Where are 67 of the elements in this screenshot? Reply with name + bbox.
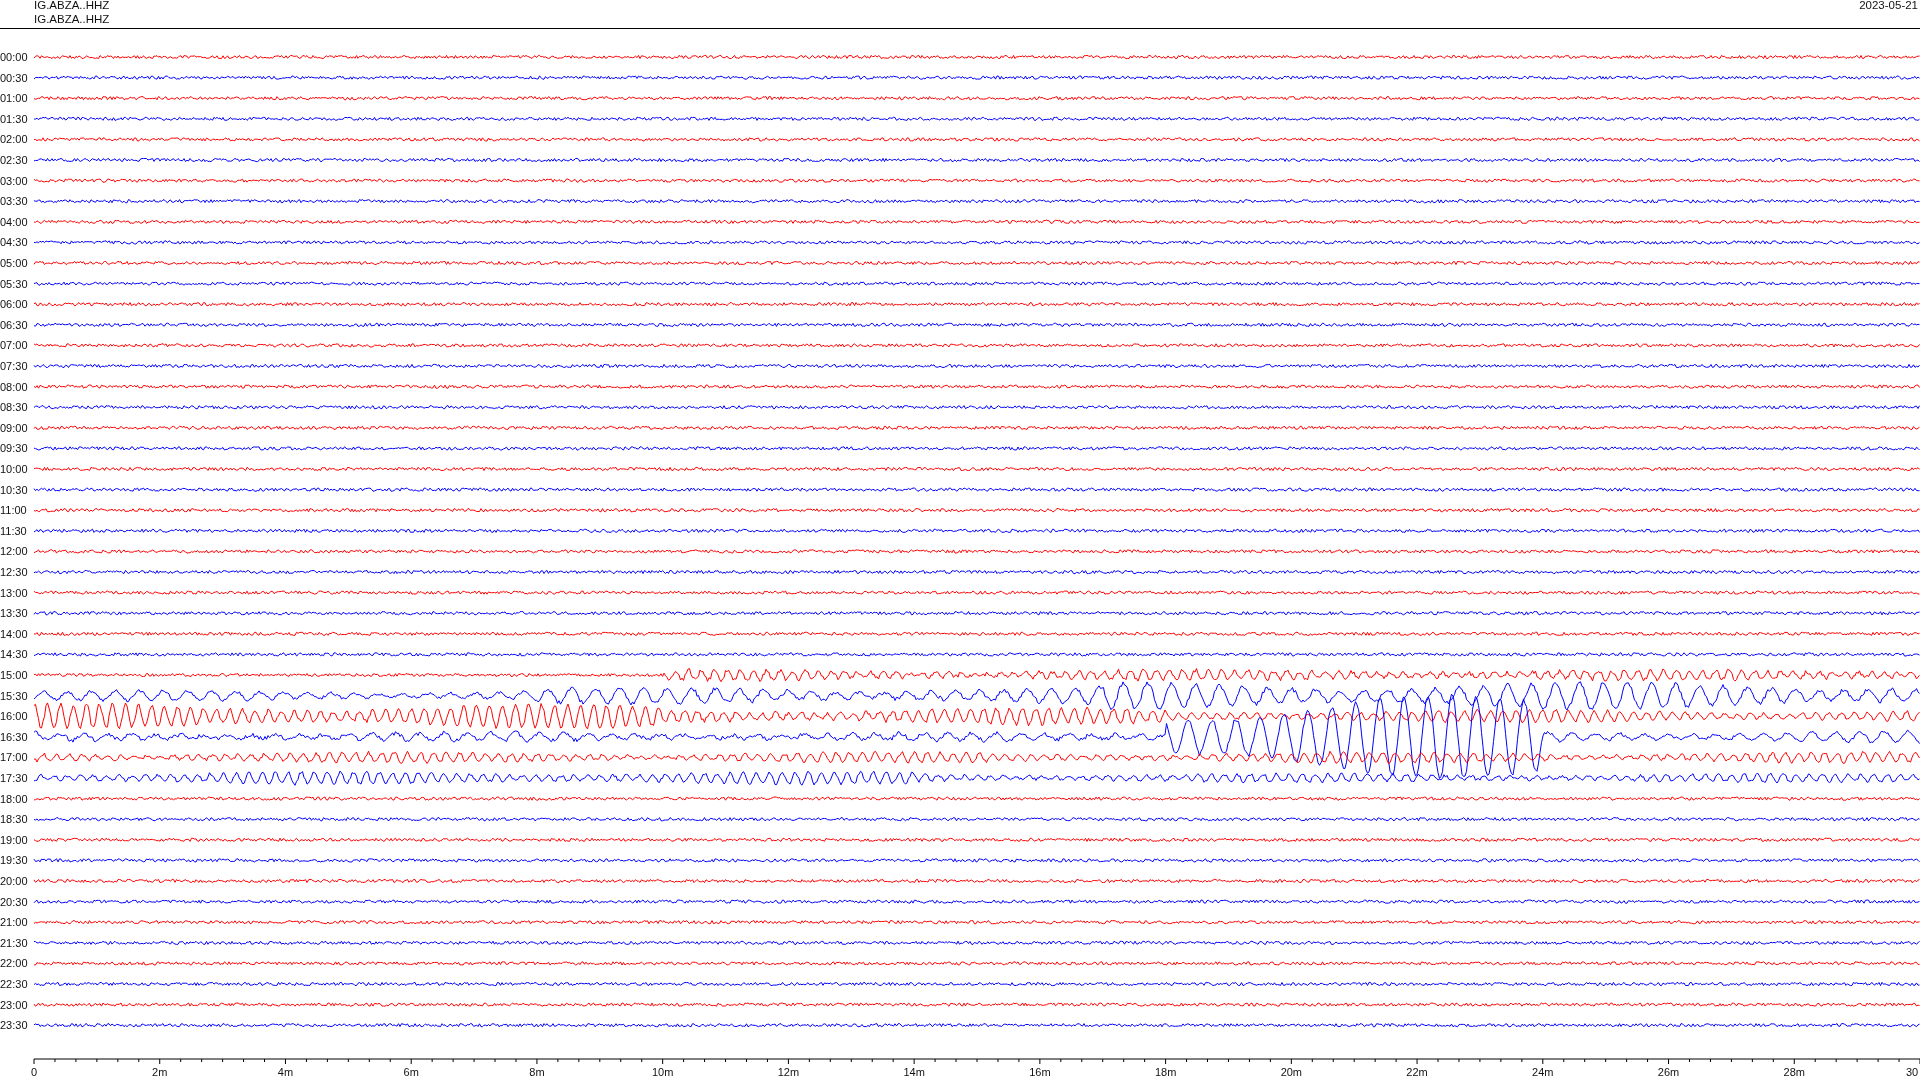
axis-tick-label: 22m	[1406, 1066, 1428, 1078]
trace-time-label: 14:30	[0, 648, 28, 661]
axis-tick-label: 30	[1906, 1066, 1919, 1078]
trace-time-label: 01:30	[0, 112, 28, 125]
trace-time-label: 09:30	[0, 442, 28, 455]
trace-time-label: 19:00	[0, 833, 28, 846]
trace-time-label: 15:30	[0, 689, 28, 702]
trace-time-label: 17:00	[0, 751, 28, 764]
trace-time-label: 03:30	[0, 195, 28, 208]
axis-tick-label: 20m	[1280, 1066, 1303, 1078]
trace-time-label: 05:00	[0, 257, 28, 269]
trace-time-label: 00:30	[0, 71, 28, 84]
date-label: 2023-05-21	[1859, 0, 1919, 13]
axis-tick-label: 4m	[277, 1066, 294, 1078]
trace-time-label: 22:00	[0, 957, 28, 970]
trace-time-label: 05:30	[0, 277, 28, 290]
axis-tick-label: 28m	[1783, 1066, 1805, 1078]
axis-tick-label: 0	[30, 1066, 38, 1078]
station-label: IG.ABZA..HHZ	[34, 0, 110, 12]
axis-tick-label: 14m	[903, 1066, 925, 1078]
axis-tick-label: 24m	[1532, 1066, 1554, 1078]
trace-time-label: 14:00	[0, 627, 28, 640]
trace-time-label: 18:30	[0, 813, 28, 826]
station-label: IG.ABZA..HHZ	[34, 12, 110, 26]
trace-time-label: 12:00	[0, 545, 28, 558]
axis-tick-label: 2m	[152, 1066, 168, 1078]
trace-time-label: 23:30	[0, 1019, 28, 1032]
trace-time-label: 08:30	[0, 401, 28, 414]
axis-tick-label: 12m	[777, 1066, 800, 1078]
trace-time-label: 19:30	[0, 854, 28, 867]
trace-time-label: 09:00	[0, 421, 28, 434]
trace-time-label: 21:00	[0, 916, 28, 929]
trace-time-label: 08:00	[0, 380, 28, 393]
axis-tick-label: 10m	[651, 1066, 674, 1078]
trace-time-label: 06:30	[0, 318, 28, 331]
axis-tick-label: 6m	[403, 1066, 419, 1078]
trace-time-label: 04:00	[0, 215, 28, 228]
axis-tick-label: 8m	[529, 1066, 545, 1078]
trace-time-label: 01:00	[0, 92, 28, 105]
trace-time-label: 10:00	[0, 463, 28, 475]
trace-time-label: 02:00	[0, 133, 28, 146]
trace-time-label: 22:30	[0, 978, 28, 990]
axis-tick-label: 16m	[1029, 1066, 1051, 1078]
trace-time-label: 23:00	[0, 998, 28, 1011]
trace-time-label: 04:30	[0, 236, 28, 249]
trace-time-label: 13:30	[0, 607, 28, 620]
trace-time-label: 00:00	[0, 51, 28, 63]
trace-time-label: 20:30	[0, 895, 28, 908]
trace-time-label: 03:00	[0, 174, 28, 187]
axis-tick-label: 26m	[1657, 1066, 1680, 1078]
trace-time-label: 13:00	[0, 586, 28, 599]
trace-time-label: 17:30	[0, 772, 28, 784]
trace-time-label: 16:30	[0, 730, 28, 743]
axis-tick-label: 18m	[1154, 1066, 1177, 1078]
trace-time-label: 10:30	[0, 483, 28, 496]
trace-time-label: 16:00	[0, 710, 28, 723]
trace-time-label: 12:30	[0, 566, 28, 578]
trace-time-label: 18:00	[0, 792, 28, 805]
trace-time-label: 11:00	[0, 504, 27, 517]
trace-time-label: 02:30	[0, 154, 28, 166]
trace-time-label: 15:00	[0, 669, 28, 681]
trace-time-label: 20:00	[0, 875, 28, 887]
trace-time-label: 07:30	[0, 360, 28, 372]
trace-time-label: 07:00	[0, 339, 28, 352]
trace-time-label: 11:30	[0, 524, 27, 537]
trace-time-label: 06:00	[0, 298, 28, 311]
trace-time-label: 21:30	[0, 936, 28, 949]
